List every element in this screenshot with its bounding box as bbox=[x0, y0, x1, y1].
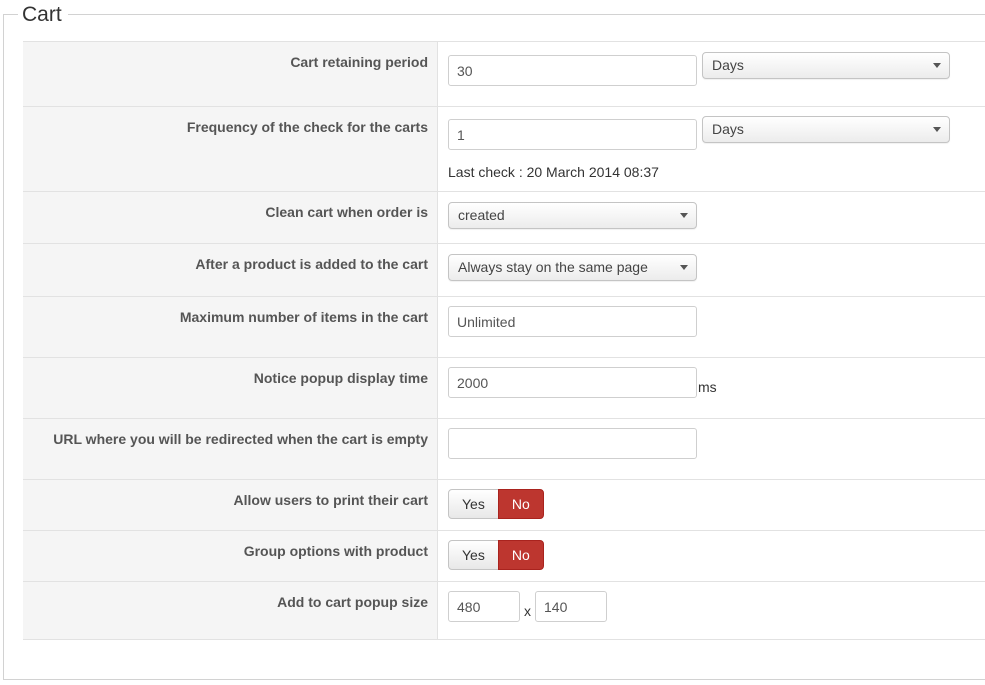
empty-cart-url-input[interactable] bbox=[448, 428, 697, 459]
label-cell: Allow users to print their cart bbox=[23, 480, 438, 530]
chevron-down-icon bbox=[933, 127, 941, 132]
empty-cart-url-label: URL where you will be redirected when th… bbox=[53, 431, 428, 447]
row-popup-size: Add to cart popup size x bbox=[23, 581, 985, 640]
check-frequency-unit-select[interactable]: Days bbox=[702, 116, 950, 143]
popup-size-label: Add to cart popup size bbox=[277, 594, 428, 610]
cart-retaining-period-unit-select[interactable]: Days bbox=[702, 52, 950, 79]
label-cell: Group options with product bbox=[23, 531, 438, 581]
print-cart-toggle: Yes No bbox=[448, 489, 544, 519]
group-options-yes-button[interactable]: Yes bbox=[448, 540, 499, 570]
chevron-down-icon bbox=[680, 213, 688, 218]
group-options-no-button[interactable]: No bbox=[497, 540, 544, 570]
select-value: Always stay on the same page bbox=[458, 259, 648, 275]
row-cart-retaining-period: Cart retaining period Days bbox=[23, 41, 985, 106]
after-product-added-select[interactable]: Always stay on the same page bbox=[448, 254, 697, 281]
clean-cart-status-select[interactable]: created bbox=[448, 202, 697, 229]
select-value: Days bbox=[712, 57, 744, 73]
chevron-down-icon bbox=[933, 63, 941, 68]
last-check-text: Last check : 20 March 2014 08:37 bbox=[448, 164, 659, 180]
notice-popup-time-input[interactable] bbox=[448, 367, 697, 398]
label-cell: Cart retaining period bbox=[23, 42, 438, 106]
notice-popup-time-label: Notice popup display time bbox=[253, 370, 428, 386]
row-max-items: Maximum number of items in the cart bbox=[23, 296, 985, 357]
row-print-cart: Allow users to print their cart Yes No bbox=[23, 479, 985, 530]
check-frequency-input[interactable] bbox=[448, 119, 697, 150]
row-clean-cart: Clean cart when order is created bbox=[23, 191, 985, 243]
select-value: Days bbox=[712, 121, 744, 137]
cart-retaining-period-input[interactable] bbox=[448, 55, 697, 86]
label-cell: URL where you will be redirected when th… bbox=[23, 419, 438, 479]
group-options-toggle: Yes No bbox=[448, 540, 544, 570]
row-after-product-added: After a product is added to the cart Alw… bbox=[23, 243, 985, 296]
select-value: created bbox=[458, 207, 505, 223]
check-frequency-label: Frequency of the check for the carts bbox=[186, 119, 428, 135]
clean-cart-label: Clean cart when order is bbox=[265, 204, 428, 220]
after-product-added-label: After a product is added to the cart bbox=[195, 256, 428, 272]
print-cart-yes-button[interactable]: Yes bbox=[448, 489, 499, 519]
row-group-options: Group options with product Yes No bbox=[23, 530, 985, 581]
label-cell: Add to cart popup size bbox=[23, 582, 438, 639]
max-items-input[interactable] bbox=[448, 306, 697, 337]
fieldset-legend: Cart bbox=[18, 2, 68, 28]
popup-height-input[interactable] bbox=[535, 591, 607, 622]
chevron-down-icon bbox=[680, 265, 688, 270]
row-check-frequency: Frequency of the check for the carts Day… bbox=[23, 106, 985, 191]
row-empty-cart-url: URL where you will be redirected when th… bbox=[23, 418, 985, 479]
size-separator-text: x bbox=[524, 603, 531, 619]
print-cart-label: Allow users to print their cart bbox=[233, 492, 428, 508]
print-cart-no-button[interactable]: No bbox=[497, 489, 544, 519]
label-cell: Maximum number of items in the cart bbox=[23, 297, 438, 357]
cart-retaining-period-label: Cart retaining period bbox=[290, 54, 428, 70]
ms-unit-text: ms bbox=[698, 379, 717, 395]
label-cell: Frequency of the check for the carts bbox=[23, 107, 438, 191]
row-notice-popup-time: Notice popup display time ms bbox=[23, 357, 985, 418]
max-items-label: Maximum number of items in the cart bbox=[179, 309, 428, 325]
popup-width-input[interactable] bbox=[448, 591, 520, 622]
label-cell: Clean cart when order is bbox=[23, 192, 438, 243]
label-cell: After a product is added to the cart bbox=[23, 244, 438, 296]
group-options-label: Group options with product bbox=[243, 543, 428, 559]
label-cell: Notice popup display time bbox=[23, 358, 438, 418]
